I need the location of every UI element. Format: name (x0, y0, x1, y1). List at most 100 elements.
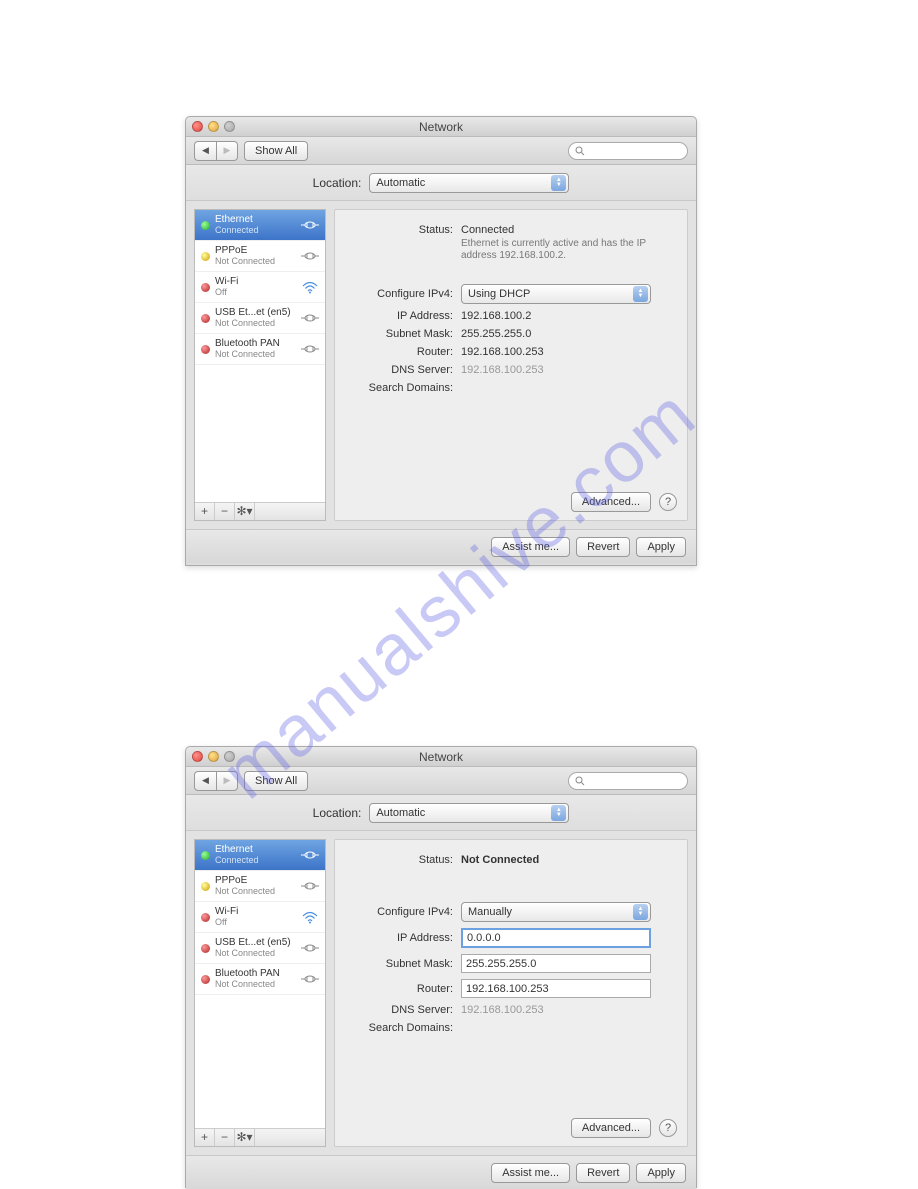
sidebar-item-text: Wi-FiOff (215, 906, 296, 928)
configure-select[interactable]: Using DHCP ▲▼ (461, 284, 651, 304)
close-icon[interactable] (192, 751, 203, 762)
sidebar-item-sub: Not Connected (215, 886, 296, 897)
sidebar-item-text: PPPoENot Connected (215, 875, 296, 897)
router-value: 192.168.100.253 (461, 346, 673, 358)
status-dot-icon (201, 221, 210, 230)
nav-segment: ◀ ▶ (194, 141, 238, 161)
remove-button[interactable]: − (215, 503, 235, 520)
advanced-button[interactable]: Advanced... (571, 1118, 651, 1138)
apply-button[interactable]: Apply (636, 537, 686, 557)
sidebar-item-ethernet[interactable]: EthernetConnected (195, 840, 325, 871)
dns-value: 192.168.100.253 (461, 1004, 673, 1016)
router-label: Router: (349, 346, 461, 358)
sidebar-item-label: PPPoE (215, 245, 296, 256)
close-icon[interactable] (192, 121, 203, 132)
assist-button[interactable]: Assist me... (491, 537, 570, 557)
ethernet-icon (301, 879, 319, 893)
sidebar: EthernetConnectedPPPoENot ConnectedWi-Fi… (194, 839, 326, 1147)
sidebar-item-ethernet[interactable]: EthernetConnected (195, 210, 325, 241)
sidebar-item-sub: Not Connected (215, 256, 296, 267)
back-button[interactable]: ◀ (194, 771, 216, 791)
nav-segment: ◀ ▶ (194, 771, 238, 791)
location-select[interactable]: Automatic ▲▼ (369, 173, 569, 193)
sidebar-item-label: Bluetooth PAN (215, 338, 296, 349)
sidebar-item-text: USB Et...et (en5)Not Connected (215, 307, 296, 329)
traffic-lights (192, 751, 235, 762)
add-button[interactable]: + (195, 1129, 215, 1146)
sidebar-item-usb-et-et-en5-[interactable]: USB Et...et (en5)Not Connected (195, 303, 325, 334)
window-body: EthernetConnectedPPPoENot ConnectedWi-Fi… (186, 201, 696, 529)
chevron-updown-icon: ▲▼ (633, 904, 648, 920)
location-label: Location: (313, 176, 362, 190)
subnet-label: Subnet Mask: (349, 328, 461, 340)
apply-button[interactable]: Apply (636, 1163, 686, 1183)
sidebar-item-text: EthernetConnected (215, 214, 296, 236)
ip-input[interactable]: 0.0.0.0 (461, 928, 651, 948)
dns-label: DNS Server: (349, 1004, 461, 1016)
forward-button[interactable]: ▶ (216, 141, 238, 161)
sidebar-item-text: Bluetooth PANNot Connected (215, 968, 296, 990)
zoom-icon[interactable] (224, 751, 235, 762)
sidebar-item-wi-fi[interactable]: Wi-FiOff (195, 902, 325, 933)
window-title: Network (419, 120, 463, 134)
sidebar-item-wi-fi[interactable]: Wi-FiOff (195, 272, 325, 303)
remove-button[interactable]: − (215, 1129, 235, 1146)
sidebar-item-sub: Not Connected (215, 948, 296, 959)
chevron-updown-icon: ▲▼ (551, 175, 566, 191)
status-dot-icon (201, 851, 210, 860)
search-input[interactable] (568, 142, 688, 160)
add-button[interactable]: + (195, 503, 215, 520)
ethernet-icon (301, 848, 319, 862)
sidebar-item-sub: Not Connected (215, 979, 296, 990)
status-dot-icon (201, 944, 210, 953)
sidebar-list: EthernetConnectedPPPoENot ConnectedWi-Fi… (195, 210, 325, 502)
subnet-input[interactable]: 255.255.255.0 (461, 954, 651, 973)
assist-button[interactable]: Assist me... (491, 1163, 570, 1183)
gear-icon[interactable]: ✻▾ (235, 503, 255, 520)
subnet-value: 255.255.255.0 (461, 328, 673, 340)
sidebar-item-text: USB Et...et (en5)Not Connected (215, 937, 296, 959)
sidebar-item-sub: Off (215, 287, 296, 298)
status-value: Not Connected (461, 854, 673, 866)
ip-value: 192.168.100.2 (461, 310, 673, 322)
configure-select[interactable]: Manually ▲▼ (461, 902, 651, 922)
back-button[interactable]: ◀ (194, 141, 216, 161)
location-value: Automatic (376, 177, 425, 189)
search-input[interactable] (568, 772, 688, 790)
sidebar-item-label: USB Et...et (en5) (215, 937, 296, 948)
help-button[interactable]: ? (659, 1119, 677, 1137)
show-all-button[interactable]: Show All (244, 141, 308, 161)
traffic-lights (192, 121, 235, 132)
minimize-icon[interactable] (208, 751, 219, 762)
status-dot-icon (201, 345, 210, 354)
gear-icon[interactable]: ✻▾ (235, 1129, 255, 1146)
location-row: Location: Automatic ▲▼ (186, 795, 696, 831)
sidebar-item-bluetooth-pan[interactable]: Bluetooth PANNot Connected (195, 964, 325, 995)
sidebar-item-pppoe[interactable]: PPPoENot Connected (195, 241, 325, 272)
forward-button[interactable]: ▶ (216, 771, 238, 791)
sidebar-item-bluetooth-pan[interactable]: Bluetooth PANNot Connected (195, 334, 325, 365)
sidebar-item-usb-et-et-en5-[interactable]: USB Et...et (en5)Not Connected (195, 933, 325, 964)
zoom-icon[interactable] (224, 121, 235, 132)
wifi-icon (301, 910, 319, 924)
ethernet-icon (301, 249, 319, 263)
revert-button[interactable]: Revert (576, 537, 630, 557)
sidebar-item-label: PPPoE (215, 875, 296, 886)
router-label: Router: (349, 983, 461, 995)
router-input[interactable]: 192.168.100.253 (461, 979, 651, 998)
location-select[interactable]: Automatic ▲▼ (369, 803, 569, 823)
sidebar-item-sub: Connected (215, 855, 296, 866)
window-title: Network (419, 750, 463, 764)
show-all-button[interactable]: Show All (244, 771, 308, 791)
advanced-button[interactable]: Advanced... (571, 492, 651, 512)
location-value: Automatic (376, 807, 425, 819)
titlebar: Network (186, 117, 696, 137)
minimize-icon[interactable] (208, 121, 219, 132)
revert-button[interactable]: Revert (576, 1163, 630, 1183)
sidebar-item-label: Wi-Fi (215, 276, 296, 287)
help-button[interactable]: ? (659, 493, 677, 511)
network-window-2: Network ◀ ▶ Show All Location: Automatic… (185, 746, 697, 1188)
ip-label: IP Address: (349, 310, 461, 322)
status-dot-icon (201, 252, 210, 261)
sidebar-item-pppoe[interactable]: PPPoENot Connected (195, 871, 325, 902)
